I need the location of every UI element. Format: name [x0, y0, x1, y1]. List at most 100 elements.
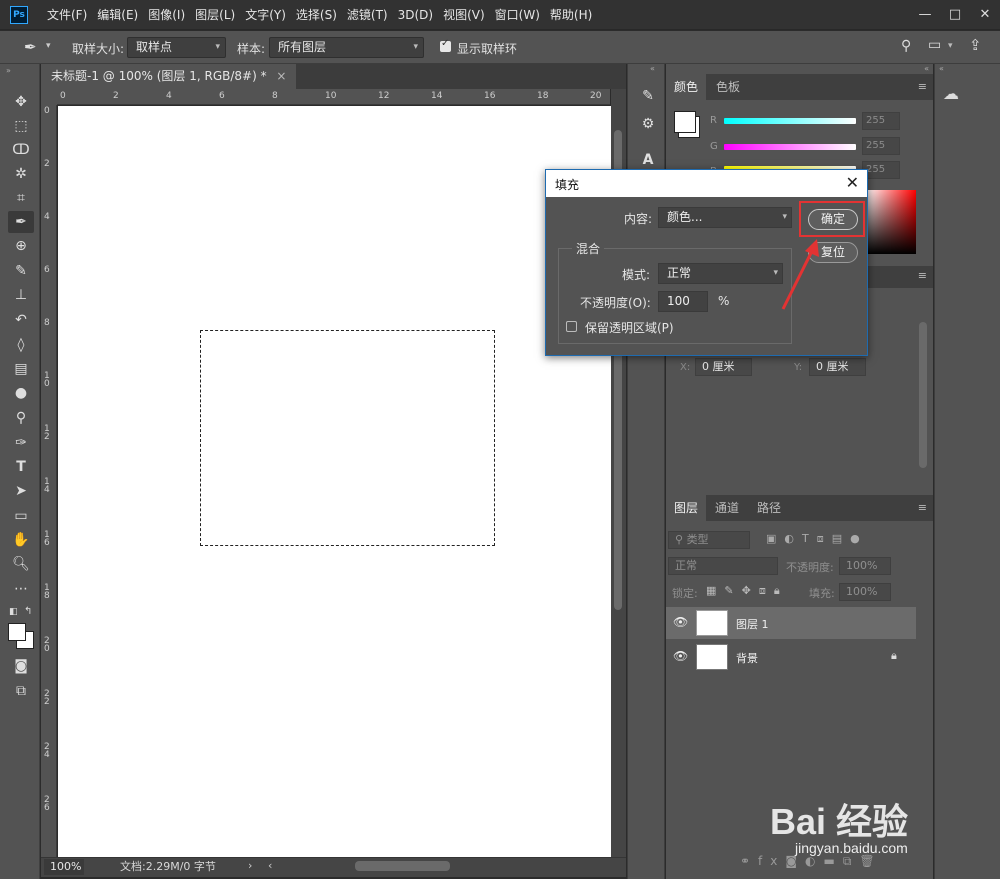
document-info[interactable]: 文档:2.29M/0 字节 — [120, 859, 216, 875]
contents-select[interactable]: 颜色... ▾ — [658, 207, 792, 228]
panel-menu-icon[interactable]: ≡ — [918, 501, 927, 514]
share-icon[interactable]: ⇪ — [969, 36, 982, 54]
minimize-button[interactable]: — — [910, 0, 940, 30]
document-tab[interactable]: 未标题-1 @ 100% (图层 1, RGB/8#) * × — [41, 64, 297, 89]
menu-help[interactable]: 帮助(H) — [545, 0, 597, 30]
horizontal-ruler[interactable]: 0 2 4 6 8 10 12 14 16 18 20 — [57, 89, 610, 105]
maximize-button[interactable]: □ — [940, 0, 970, 30]
search-icon[interactable]: ⚲ — [901, 38, 911, 54]
default-colors-icon[interactable]: ◧ — [9, 607, 18, 617]
healing-brush-tool-icon[interactable]: ⊕ — [8, 235, 34, 257]
lock-icons[interactable]: ▦✎✥⧈🔒︎ — [706, 584, 788, 598]
workspace-icon[interactable]: ▭ — [928, 37, 941, 53]
menu-select[interactable]: 选择(S) — [291, 0, 342, 30]
r-slider[interactable] — [724, 118, 856, 124]
layer-row-layer1[interactable]: 👁︎ 图层 1 — [666, 607, 916, 639]
zoom-tool-icon[interactable]: 🔍︎ — [8, 553, 34, 575]
adjustments-panel-icon[interactable]: ⚙ — [638, 114, 658, 134]
preserve-transparency-checkbox[interactable] — [566, 321, 577, 332]
menu-filter[interactable]: 滤镜(T) — [342, 0, 393, 30]
layer-opacity-field[interactable]: 100% — [839, 557, 891, 575]
close-tab-icon[interactable]: × — [276, 69, 286, 83]
menu-type[interactable]: 文字(Y) — [240, 0, 291, 30]
clone-stamp-tool-icon[interactable]: ⊥ — [8, 284, 34, 306]
marquee-tool-icon[interactable]: ⬚ — [8, 115, 34, 137]
vertical-ruler[interactable]: 0 2 4 6 8 10 12 14 16 18 20 22 24 26 — [41, 105, 57, 857]
tab-color[interactable]: 颜色 — [666, 74, 707, 100]
y-position-field[interactable]: 0 厘米 — [809, 358, 866, 376]
rectangle-tool-icon[interactable]: ▭ — [8, 505, 34, 527]
properties-scroll-thumb[interactable] — [919, 322, 927, 468]
sample-select[interactable]: 所有图层 ▾ — [269, 37, 424, 58]
eye-icon[interactable]: 👁︎ — [673, 649, 688, 663]
selection-marquee[interactable] — [200, 330, 495, 546]
close-icon[interactable]: ✕ — [846, 173, 859, 192]
chevron-down-icon[interactable]: ▾ — [46, 41, 51, 51]
blur-tool-icon[interactable]: ● — [8, 382, 34, 404]
status-arrow-icon[interactable]: › — [248, 859, 252, 872]
layer-filter-icons[interactable]: ▣◐T⧈▤● — [766, 532, 868, 546]
lock-icon[interactable]: 🔒︎ — [891, 649, 897, 663]
menu-3d[interactable]: 3D(D) — [393, 0, 438, 30]
crop-tool-icon[interactable]: ⌗ — [8, 187, 34, 209]
collapse-icon[interactable]: » — [6, 66, 11, 75]
path-selection-tool-icon[interactable]: ➤ — [8, 480, 34, 502]
layer-filter-select[interactable]: ⚲ 类型 — [668, 531, 750, 549]
layer-footer-icons[interactable]: ⚭fx◙◐▬⧉🗑︎ — [740, 854, 883, 869]
eyedropper-tool-preset-icon[interactable]: ✒ — [24, 38, 37, 56]
collapse-icon[interactable]: « — [939, 64, 944, 73]
menu-window[interactable]: 窗口(W) — [490, 0, 545, 30]
move-tool-icon[interactable]: ✥ — [8, 91, 34, 113]
character-panel-icon[interactable]: A — [638, 150, 658, 170]
tab-paths[interactable]: 路径 — [749, 495, 789, 521]
scroll-left-icon[interactable]: ‹ — [268, 859, 272, 872]
dialog-titlebar[interactable]: 填充 ✕ — [546, 170, 867, 197]
magic-wand-tool-icon[interactable]: ✲ — [8, 163, 34, 185]
r-value-field[interactable]: 255 — [862, 112, 900, 130]
mode-select[interactable]: 正常 ▾ — [658, 263, 783, 284]
menu-view[interactable]: 视图(V) — [438, 0, 490, 30]
horizontal-scroll-thumb[interactable] — [355, 861, 450, 871]
opacity-field[interactable]: 100 — [658, 291, 708, 312]
g-slider[interactable] — [724, 144, 856, 150]
foreground-color-swatch[interactable] — [8, 623, 26, 641]
layer-fill-field[interactable]: 100% — [839, 583, 891, 601]
quick-mask-icon[interactable]: ◙ — [8, 655, 34, 677]
color-spectrum[interactable] — [866, 190, 916, 254]
tab-channels[interactable]: 通道 — [707, 495, 747, 521]
eraser-tool-icon[interactable]: ◊ — [8, 334, 34, 356]
collapse-icon[interactable]: « — [924, 64, 929, 73]
chevron-down-icon[interactable]: ▾ — [948, 41, 953, 51]
panel-menu-icon[interactable]: ≡ — [918, 80, 927, 93]
creative-cloud-libraries-icon[interactable]: ☁ — [943, 84, 959, 103]
brush-tool-icon[interactable]: ✎ — [8, 260, 34, 282]
ruler-corner[interactable] — [41, 89, 57, 105]
dodge-tool-icon[interactable]: ⚲ — [8, 407, 34, 429]
menu-image[interactable]: 图像(I) — [143, 0, 190, 30]
collapse-icon[interactable]: « — [650, 64, 655, 73]
zoom-level-field[interactable]: 100% — [44, 859, 84, 875]
screen-mode-icon[interactable]: ⧉ — [8, 680, 34, 702]
panel-menu-icon[interactable]: ≡ — [918, 269, 927, 282]
close-window-button[interactable]: ✕ — [970, 0, 1000, 30]
gradient-tool-icon[interactable]: ▤ — [8, 358, 34, 380]
show-sampling-ring-checkbox[interactable] — [440, 38, 451, 52]
hand-tool-icon[interactable]: ✋ — [8, 529, 34, 551]
layer-row-background[interactable]: 👁︎ 背景 🔒︎ — [666, 641, 916, 673]
sample-size-select[interactable]: 取样点 ▾ — [127, 37, 226, 58]
history-brush-tool-icon[interactable]: ↶ — [8, 309, 34, 331]
more-tools-icon[interactable]: ⋯ — [8, 578, 34, 600]
eye-icon[interactable]: 👁︎ — [673, 615, 688, 629]
history-panel-icon[interactable]: ✎ — [638, 86, 658, 106]
pen-tool-icon[interactable]: ✑ — [8, 432, 34, 454]
menu-edit[interactable]: 编辑(E) — [92, 0, 143, 30]
type-tool-icon[interactable]: T — [8, 456, 34, 478]
tab-layers[interactable]: 图层 — [666, 495, 707, 521]
swap-colors-icon[interactable]: ↰ — [24, 606, 32, 617]
menu-layer[interactable]: 图层(L) — [190, 0, 240, 30]
eyedropper-tool-icon[interactable]: ✒ — [8, 211, 34, 233]
blend-mode-select[interactable]: 正常 — [668, 557, 778, 575]
g-value-field[interactable]: 255 — [862, 137, 900, 155]
tab-swatches[interactable]: 色板 — [708, 74, 748, 100]
menu-file[interactable]: 文件(F) — [42, 0, 92, 30]
